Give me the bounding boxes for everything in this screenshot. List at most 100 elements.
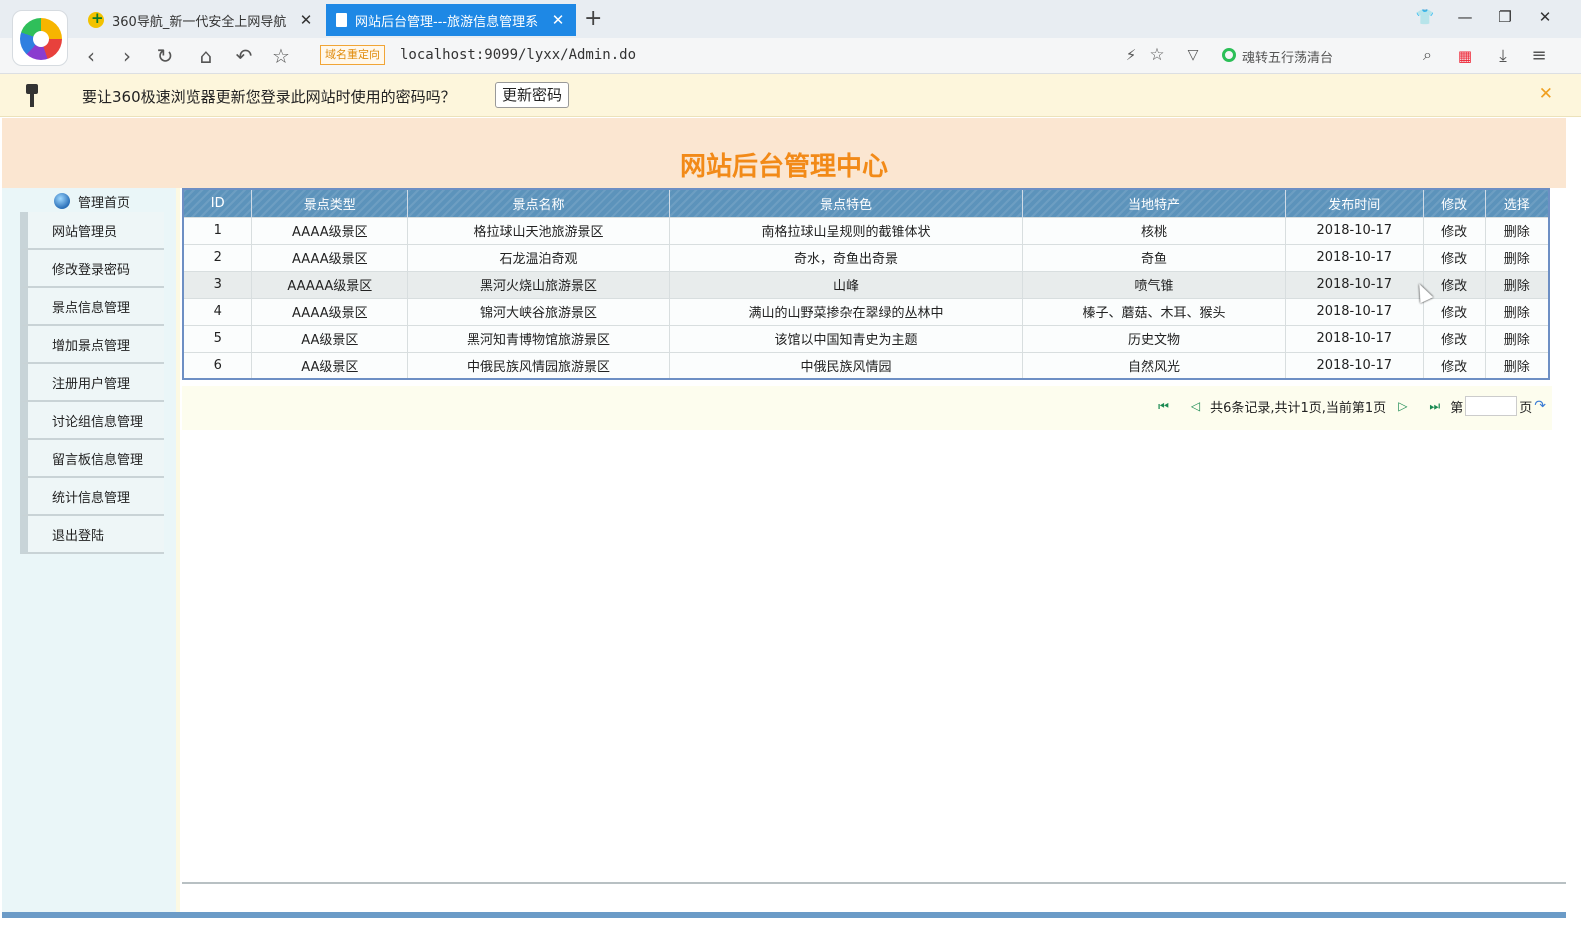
edit-link[interactable]: 修改: [1423, 270, 1486, 298]
edit-link[interactable]: 修改: [1423, 243, 1486, 271]
restore-button[interactable]: ❐: [1495, 8, 1515, 28]
delete-link[interactable]: 删除: [1485, 351, 1550, 379]
cell-type: AA级景区: [251, 324, 409, 352]
reload-icon[interactable]: ↻: [152, 43, 178, 69]
first-page-icon[interactable]: ⏮: [1158, 399, 1169, 414]
pager-summary: 共6条记录,共计1页,当前第1页: [1210, 400, 1387, 416]
edit-link[interactable]: 修改: [1423, 297, 1486, 325]
sidebar-item-add-scenic[interactable]: 增加景点管理: [20, 326, 164, 364]
cell-id: 5: [183, 324, 253, 352]
page-label-pre: 第: [1450, 400, 1464, 416]
delete-link[interactable]: 删除: [1485, 270, 1550, 298]
sidebar-home[interactable]: 管理首页: [54, 190, 130, 212]
next-page-icon[interactable]: ▷: [1398, 399, 1407, 413]
cell-date: 2018-10-17: [1285, 270, 1424, 298]
bookmark-star-icon[interactable]: ☆: [1144, 42, 1170, 68]
cell-specialty: 喷气锥: [1022, 270, 1286, 298]
cell-name: 黑河知青博物馆旅游景区: [407, 324, 670, 352]
cell-feature: 南格拉球山呈规则的截锥体状: [669, 216, 1024, 244]
tab-admin[interactable]: 网站后台管理---旅游信息管理系 ✕: [326, 4, 576, 36]
prev-page-icon[interactable]: ◁: [1191, 399, 1200, 413]
home-icon[interactable]: ⌂: [193, 43, 219, 69]
table-row: 4 AAAA级景区 锦河大峡谷旅游景区 满山的山野菜掺杂在翠绿的丛林中 榛子、蘑菇、木耳…: [183, 297, 1550, 325]
sidebar-item-change-password[interactable]: 修改登录密码: [20, 250, 164, 288]
key-icon: [24, 84, 40, 108]
header-banner: 网站后台管理中心: [2, 118, 1566, 188]
browser-logo-icon[interactable]: [12, 10, 68, 66]
last-page-icon[interactable]: ⏭: [1429, 399, 1440, 414]
column-header: 景点特色: [669, 189, 1024, 217]
column-header: 发布时间: [1285, 189, 1424, 217]
edit-link[interactable]: 修改: [1423, 324, 1486, 352]
url-text[interactable]: localhost:9099/lyxx/Admin.do: [400, 47, 636, 63]
apps-icon[interactable]: ▦: [1452, 43, 1478, 69]
minimize-button[interactable]: —: [1455, 8, 1475, 28]
search-icon[interactable]: ⌕: [1423, 45, 1432, 65]
page-number-input[interactable]: [1465, 396, 1518, 416]
delete-link[interactable]: 删除: [1485, 324, 1550, 352]
cell-name: 格拉球山天池旅游景区: [407, 216, 670, 244]
tab-close-icon[interactable]: ✕: [550, 11, 566, 29]
cell-date: 2018-10-17: [1285, 351, 1424, 379]
close-icon[interactable]: ✕: [1539, 84, 1553, 104]
close-window-button[interactable]: ✕: [1535, 8, 1555, 28]
cell-feature: 满山的山野菜掺杂在翠绿的丛林中: [669, 297, 1024, 325]
cell-specialty: 奇鱼: [1022, 243, 1286, 271]
tab-title: 360导航_新一代安全上网导航: [112, 14, 287, 30]
sidebar-home-label: 管理首页: [78, 195, 131, 211]
skin-icon[interactable]: 👕: [1415, 8, 1435, 28]
chevron-down-icon[interactable]: ▽: [1180, 42, 1206, 68]
edit-link[interactable]: 修改: [1423, 351, 1486, 379]
go-page-icon[interactable]: ↷: [1534, 398, 1546, 414]
download-icon[interactable]: ⤓: [1490, 43, 1516, 69]
lightning-icon[interactable]: ⚡: [1118, 42, 1144, 68]
sidebar-item-users[interactable]: 注册用户管理: [20, 364, 164, 402]
sidebar-item-scenic-info[interactable]: 景点信息管理: [20, 288, 164, 326]
column-header: ID: [183, 189, 253, 217]
delete-link[interactable]: 删除: [1485, 216, 1550, 244]
password-message: 要让360极速浏览器更新您登录此网站时使用的密码吗？: [82, 88, 456, 106]
favorite-icon[interactable]: ☆: [268, 43, 294, 69]
undo-icon[interactable]: ↶: [231, 43, 257, 69]
cell-date: 2018-10-17: [1285, 243, 1424, 271]
sidebar-item-statistics[interactable]: 统计信息管理: [20, 478, 164, 516]
search-engine-icon: [1222, 48, 1236, 62]
admin-page: 网站后台管理中心 管理首页 网站管理员 修改登录密码 景点信息管理 增加景点管理…: [2, 118, 1566, 918]
page-tab-icon: [336, 13, 347, 27]
update-password-button[interactable]: 更新密码: [495, 82, 570, 108]
column-header: 景点名称: [407, 189, 670, 217]
cell-date: 2018-10-17: [1285, 324, 1424, 352]
password-update-bar: 要让360极速浏览器更新您登录此网站时使用的密码吗？ 更新密码 ✕: [0, 74, 1581, 117]
cell-specialty: 榛子、蘑菇、木耳、猴头: [1022, 297, 1286, 325]
cell-type: AAAA级景区: [251, 297, 409, 325]
forward-icon[interactable]: ›: [114, 43, 140, 69]
table-row: 2 AAAA级景区 石龙温泊奇观 奇水，奇鱼出奇景 奇鱼 2018-10-17 修改 删除: [183, 243, 1550, 271]
sidebar-item-logout[interactable]: 退出登陆: [20, 516, 164, 554]
column-header: 景点类型: [251, 189, 409, 217]
delete-link[interactable]: 删除: [1485, 243, 1550, 271]
sidebar-item-discussion[interactable]: 讨论组信息管理: [20, 402, 164, 440]
menu-icon[interactable]: ≡: [1526, 43, 1552, 69]
cell-id: 4: [183, 297, 253, 325]
tab-title: 网站后台管理---旅游信息管理系: [355, 14, 539, 30]
cell-specialty: 自然风光: [1022, 351, 1286, 379]
tab-360-nav[interactable]: 360导航_新一代安全上网导航 ✕: [78, 4, 324, 36]
edit-link[interactable]: 修改: [1423, 216, 1486, 244]
table-row: 5 AA级景区 黑河知青博物馆旅游景区 该馆以中国知青史为主题 历史文物 2018-10-…: [183, 324, 1550, 352]
address-bar[interactable]: 域名重定向 localhost:9099/lyxx/Admin.do ⚡ ☆ ▽: [318, 42, 1208, 70]
sidebar-item-guestbook[interactable]: 留言板信息管理: [20, 440, 164, 478]
column-header: 修改: [1423, 189, 1486, 217]
redirect-badge: 域名重定向: [320, 45, 385, 65]
delete-link[interactable]: 删除: [1485, 297, 1550, 325]
cell-date: 2018-10-17: [1285, 216, 1424, 244]
new-tab-button[interactable]: +: [584, 6, 602, 31]
back-icon[interactable]: ‹: [78, 43, 104, 69]
page-label-post: 页: [1519, 400, 1533, 416]
search-box[interactable]: 魂转五行荡清台 ⌕: [1220, 42, 1440, 70]
cell-date: 2018-10-17: [1285, 297, 1424, 325]
tab-close-icon[interactable]: ✕: [298, 11, 314, 29]
sidebar-item-admins[interactable]: 网站管理员: [20, 212, 164, 250]
search-text[interactable]: 魂转五行荡清台: [1242, 47, 1333, 66]
cell-specialty: 历史文物: [1022, 324, 1286, 352]
page-title: 网站后台管理中心: [679, 152, 888, 182]
